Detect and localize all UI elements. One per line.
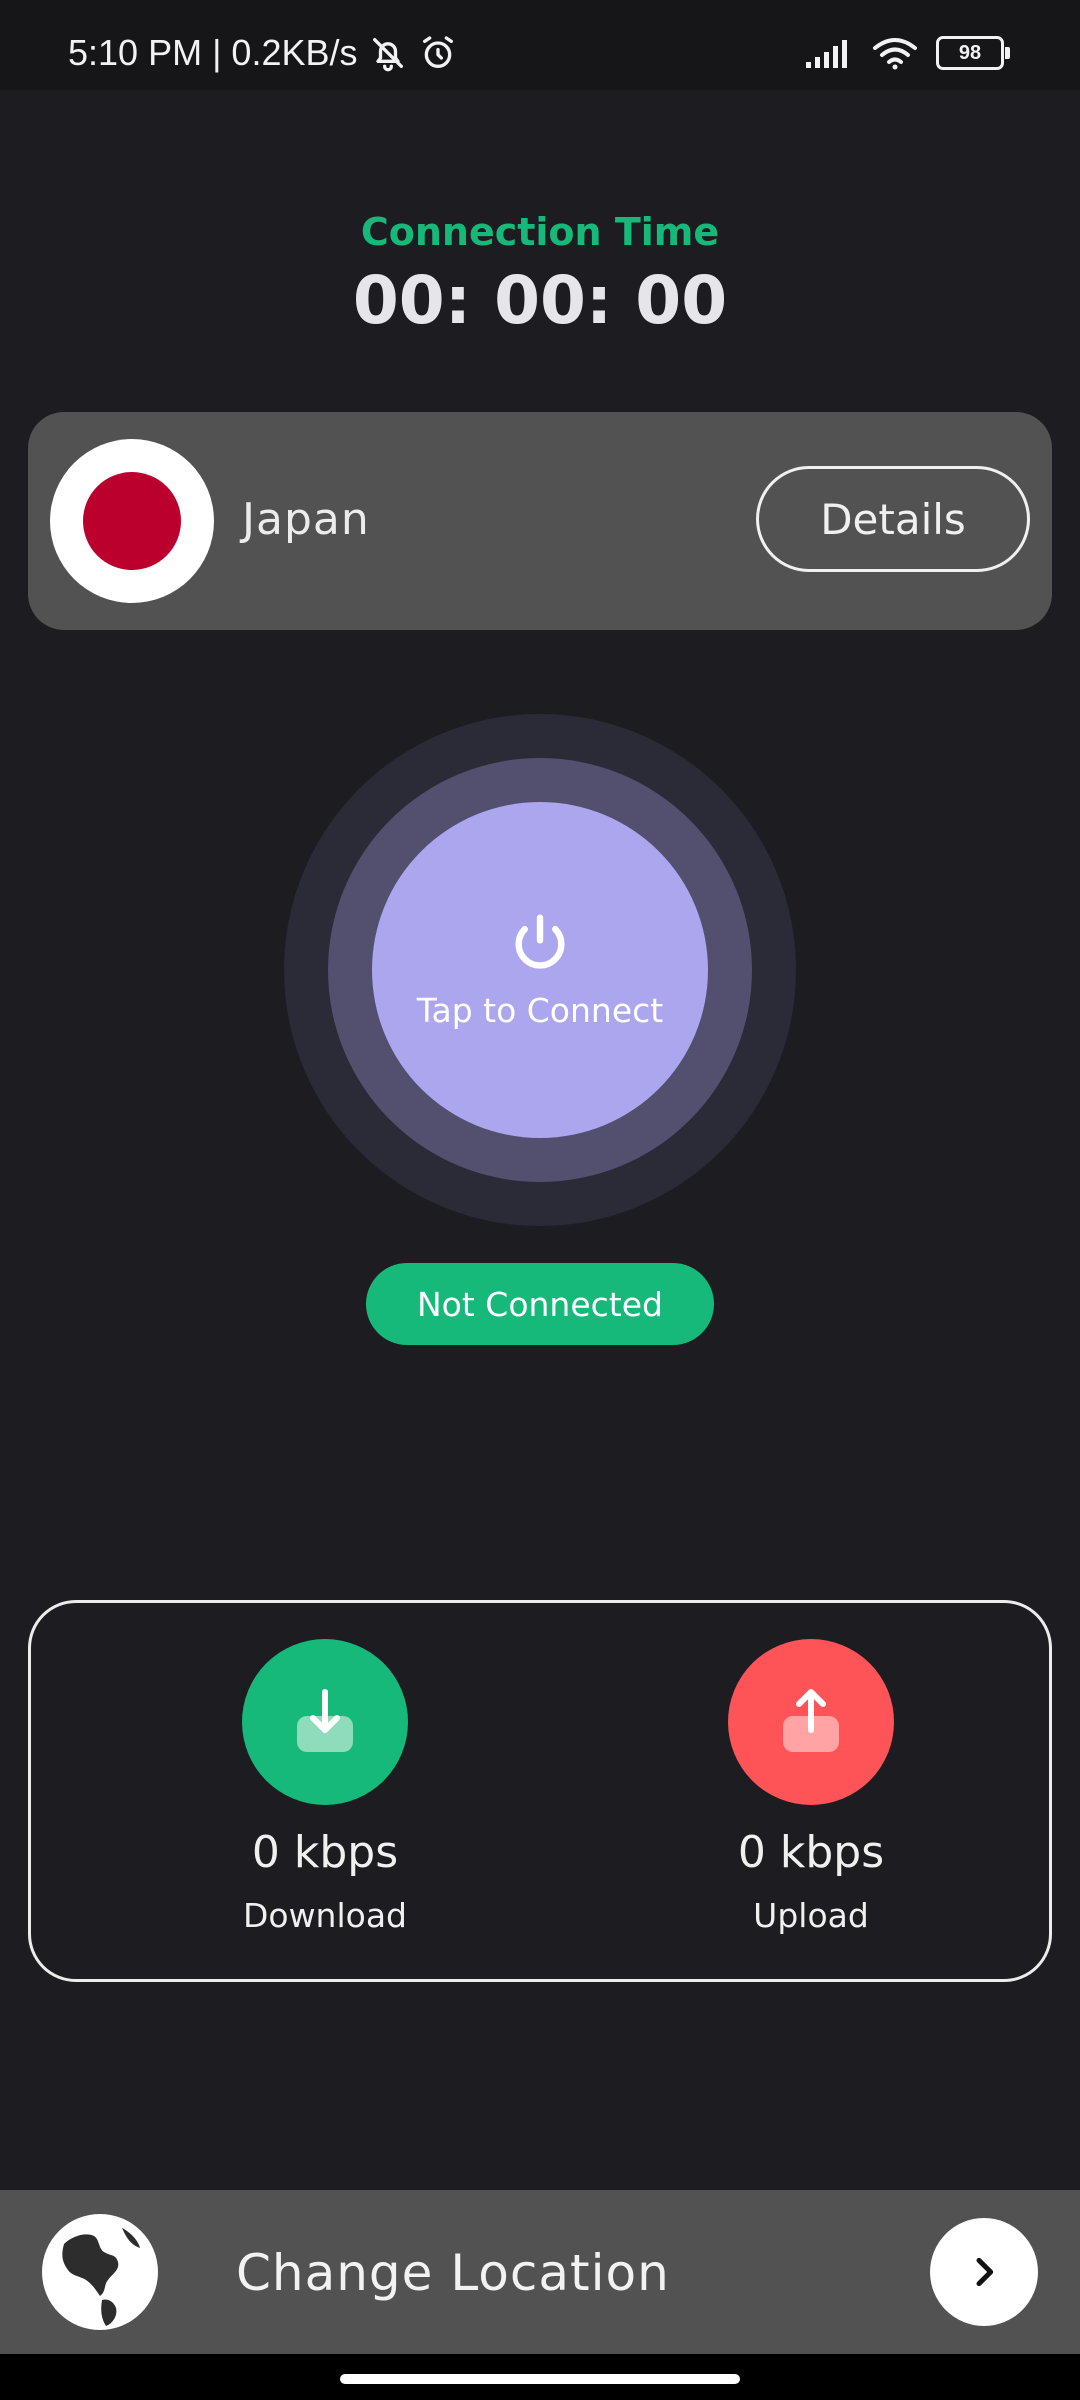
home-indicator[interactable]	[340, 2374, 740, 2384]
connect-label: Tap to Connect	[416, 990, 664, 1030]
flag-red-disc	[83, 472, 181, 570]
alarm-icon	[422, 36, 453, 68]
upload-label: Upload	[753, 1896, 869, 1935]
connect-button[interactable]: Tap to Connect	[372, 802, 708, 1138]
battery-icon: 98	[936, 36, 1010, 70]
download-label: Download	[242, 1896, 408, 1935]
upload-speed-value: 0 kbps	[737, 1827, 885, 1878]
power-icon	[515, 913, 565, 969]
connection-status-badge: Not Connected	[366, 1263, 714, 1345]
country-name: Japan	[242, 494, 370, 545]
chevron-right-icon[interactable]	[930, 2218, 1038, 2326]
signal-icon	[806, 40, 847, 68]
server-card[interactable]: Japan Details	[28, 412, 1052, 630]
status-time-speed: 5:10 PM | 0.2KB/s	[68, 32, 358, 73]
status-bar: 5:10 PM | 0.2KB/s 98	[0, 0, 1080, 90]
change-location-label: Change Location	[236, 2244, 670, 2302]
upload-icon	[728, 1639, 894, 1805]
status-right: 98	[806, 36, 1010, 70]
japan-flag-icon	[50, 439, 214, 603]
change-location-bar[interactable]: Change Location	[0, 2190, 1080, 2354]
wifi-icon	[873, 38, 917, 70]
connection-time-value: 00: 00: 00	[352, 262, 728, 339]
details-button[interactable]: Details	[756, 466, 1030, 572]
battery-level: 98	[958, 41, 982, 64]
upload-stat: 0 kbps Upload	[661, 1639, 961, 1935]
bell-off-icon	[372, 38, 403, 72]
connection-time-label: Connection Time	[360, 210, 720, 254]
speed-stats-card: 0 kbps Download 0 kbps Upload	[28, 1600, 1052, 1982]
status-left: 5:10 PM | 0.2KB/s	[68, 32, 458, 74]
download-icon	[242, 1639, 408, 1805]
download-stat: 0 kbps Download	[175, 1639, 475, 1935]
download-speed-value: 0 kbps	[251, 1827, 399, 1878]
globe-icon	[42, 2214, 158, 2330]
